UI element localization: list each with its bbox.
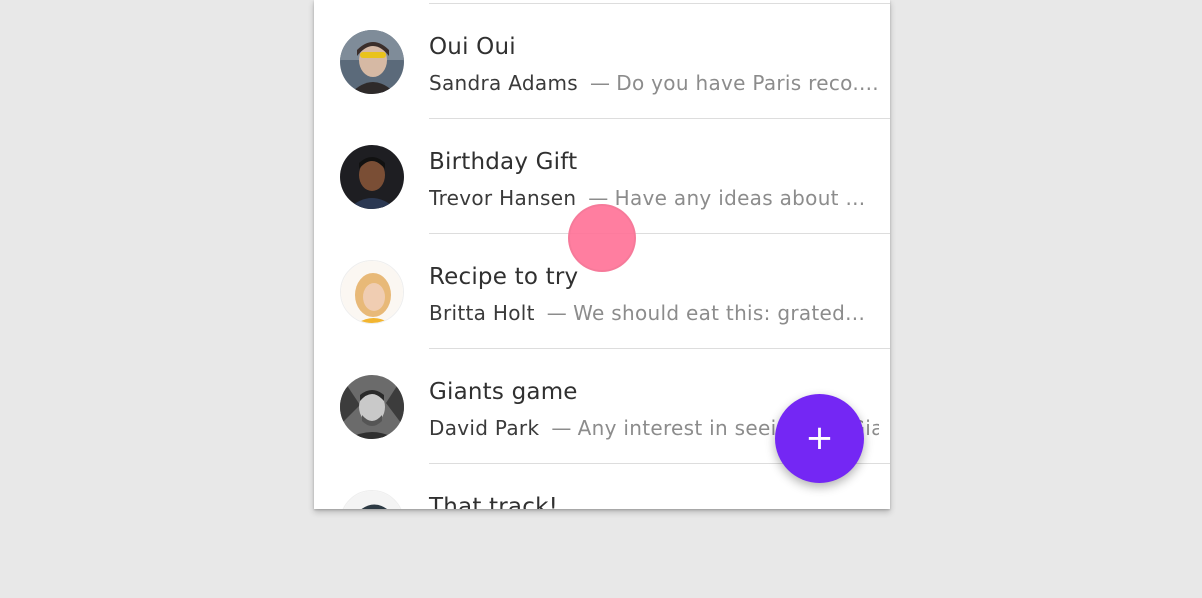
- message-title: That track!: [429, 494, 559, 509]
- list-item[interactable]: Oui Oui Sandra Adams — Do you have Paris r…: [314, 4, 890, 119]
- separator: —: [551, 416, 572, 440]
- message-sender: Britta Holt: [429, 301, 535, 325]
- message-preview: Sandra Adams — Do you have Paris reco....: [429, 71, 879, 95]
- avatar: [340, 375, 404, 439]
- message-title: Oui Oui: [429, 34, 516, 60]
- separator: —: [589, 71, 611, 95]
- plus-icon: +: [805, 417, 834, 458]
- message-snippet: Have any ideas about ...: [614, 186, 866, 210]
- message-title: Birthday Gift: [429, 149, 578, 175]
- avatar: [340, 260, 404, 324]
- message-title: Giants game: [429, 379, 578, 405]
- touch-indicator: [568, 204, 636, 272]
- message-title: Recipe to try: [429, 264, 579, 290]
- message-preview: Trevor Hansen — Have any ideas about ...: [429, 186, 879, 210]
- message-preview: Britta Holt — We should eat this: grated..…: [429, 301, 879, 325]
- avatar: [340, 145, 404, 209]
- message-sender: Sandra Adams: [429, 71, 578, 95]
- compose-fab-button[interactable]: +: [775, 394, 864, 483]
- separator: —: [546, 301, 568, 325]
- message-snippet: We should eat this: grated...: [573, 301, 866, 325]
- avatar: [340, 30, 404, 94]
- message-sender: Trevor Hansen: [429, 186, 577, 210]
- message-sender: David Park: [429, 416, 540, 440]
- message-snippet: Do you have Paris reco....: [616, 71, 879, 95]
- avatar: [340, 490, 404, 509]
